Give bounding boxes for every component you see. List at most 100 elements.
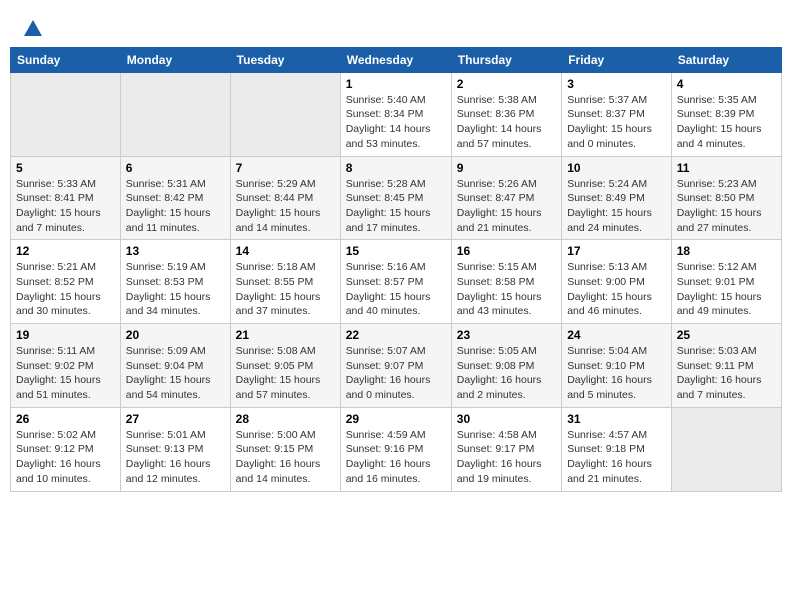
day-number: 16 bbox=[457, 244, 556, 258]
day-number: 22 bbox=[346, 328, 446, 342]
calendar-cell: 7 Sunrise: 5:29 AMSunset: 8:44 PMDaylight… bbox=[230, 156, 340, 240]
calendar-cell: 10Sunrise: 5:24 AMSunset: 8:49 PMDayligh… bbox=[562, 156, 672, 240]
day-number: 11 bbox=[677, 161, 776, 175]
header-monday: Monday bbox=[120, 47, 230, 72]
header-tuesday: Tuesday bbox=[230, 47, 340, 72]
calendar-cell: 3 Sunrise: 5:37 AMSunset: 8:37 PMDaylight… bbox=[562, 72, 672, 156]
calendar-cell: 6 Sunrise: 5:31 AMSunset: 8:42 PMDaylight… bbox=[120, 156, 230, 240]
day-info: Sunrise: 4:59 AMSunset: 9:16 PMDaylight:… bbox=[346, 428, 446, 487]
day-info: Sunrise: 5:29 AMSunset: 8:44 PMDaylight:… bbox=[236, 177, 335, 236]
calendar-cell: 16 Sunrise: 5:15 AMSunset: 8:58 PMDayligh… bbox=[451, 240, 561, 324]
calendar-cell: 4Sunrise: 5:35 AMSunset: 8:39 PMDaylight… bbox=[671, 72, 781, 156]
calendar-cell: 19 Sunrise: 5:11 AMSunset: 9:02 PMDayligh… bbox=[11, 324, 121, 408]
day-info: Sunrise: 5:21 AMSunset: 8:52 PMDaylight:… bbox=[16, 260, 115, 319]
day-number: 19 bbox=[16, 328, 115, 342]
day-info: Sunrise: 4:57 AMSunset: 9:18 PMDaylight:… bbox=[567, 428, 666, 487]
day-info: Sunrise: 5:09 AMSunset: 9:04 PMDaylight:… bbox=[126, 344, 225, 403]
calendar-cell: 1 Sunrise: 5:40 AMSunset: 8:34 PMDaylight… bbox=[340, 72, 451, 156]
day-info: Sunrise: 5:37 AMSunset: 8:37 PMDaylight:… bbox=[567, 93, 666, 152]
day-number: 8 bbox=[346, 161, 446, 175]
day-number: 7 bbox=[236, 161, 335, 175]
calendar-cell: 12 Sunrise: 5:21 AMSunset: 8:52 PMDayligh… bbox=[11, 240, 121, 324]
day-number: 13 bbox=[126, 244, 225, 258]
calendar-cell: 17 Sunrise: 5:13 AMSunset: 9:00 PMDayligh… bbox=[562, 240, 672, 324]
calendar-cell: 13Sunrise: 5:19 AMSunset: 8:53 PMDayligh… bbox=[120, 240, 230, 324]
day-number: 9 bbox=[457, 161, 556, 175]
day-number: 2 bbox=[457, 77, 556, 91]
calendar-week-3: 12 Sunrise: 5:21 AMSunset: 8:52 PMDayligh… bbox=[11, 240, 782, 324]
day-number: 27 bbox=[126, 412, 225, 426]
day-info: Sunrise: 5:02 AMSunset: 9:12 PMDaylight:… bbox=[16, 428, 115, 487]
day-info: Sunrise: 5:03 AMSunset: 9:11 PMDaylight:… bbox=[677, 344, 776, 403]
calendar-cell: 11 Sunrise: 5:23 AMSunset: 8:50 PMDayligh… bbox=[671, 156, 781, 240]
header-sunday: Sunday bbox=[11, 47, 121, 72]
day-info: Sunrise: 5:35 AMSunset: 8:39 PMDaylight:… bbox=[677, 93, 776, 152]
day-number: 20 bbox=[126, 328, 225, 342]
header-thursday: Thursday bbox=[451, 47, 561, 72]
day-number: 31 bbox=[567, 412, 666, 426]
calendar-cell bbox=[230, 72, 340, 156]
calendar-cell: 22 Sunrise: 5:07 AMSunset: 9:07 PMDayligh… bbox=[340, 324, 451, 408]
day-info: Sunrise: 5:38 AMSunset: 8:36 PMDaylight:… bbox=[457, 93, 556, 152]
calendar-cell: 24Sunrise: 5:04 AMSunset: 9:10 PMDayligh… bbox=[562, 324, 672, 408]
day-info: Sunrise: 5:15 AMSunset: 8:58 PMDaylight:… bbox=[457, 260, 556, 319]
day-info: Sunrise: 5:26 AMSunset: 8:47 PMDaylight:… bbox=[457, 177, 556, 236]
calendar-cell: 31 Sunrise: 4:57 AMSunset: 9:18 PMDayligh… bbox=[562, 407, 672, 491]
day-info: Sunrise: 5:31 AMSunset: 8:42 PMDaylight:… bbox=[126, 177, 225, 236]
calendar-cell: 29 Sunrise: 4:59 AMSunset: 9:16 PMDayligh… bbox=[340, 407, 451, 491]
calendar-week-5: 26 Sunrise: 5:02 AMSunset: 9:12 PMDayligh… bbox=[11, 407, 782, 491]
header-friday: Friday bbox=[562, 47, 672, 72]
day-number: 5 bbox=[16, 161, 115, 175]
calendar-cell: 26 Sunrise: 5:02 AMSunset: 9:12 PMDayligh… bbox=[11, 407, 121, 491]
day-info: Sunrise: 5:23 AMSunset: 8:50 PMDaylight:… bbox=[677, 177, 776, 236]
day-number: 18 bbox=[677, 244, 776, 258]
day-number: 17 bbox=[567, 244, 666, 258]
calendar-cell: 9 Sunrise: 5:26 AMSunset: 8:47 PMDaylight… bbox=[451, 156, 561, 240]
day-number: 21 bbox=[236, 328, 335, 342]
day-number: 12 bbox=[16, 244, 115, 258]
header-wednesday: Wednesday bbox=[340, 47, 451, 72]
day-number: 15 bbox=[346, 244, 446, 258]
calendar-cell: 25Sunrise: 5:03 AMSunset: 9:11 PMDayligh… bbox=[671, 324, 781, 408]
day-number: 26 bbox=[16, 412, 115, 426]
day-info: Sunrise: 4:58 AMSunset: 9:17 PMDaylight:… bbox=[457, 428, 556, 487]
calendar-cell: 18 Sunrise: 5:12 AMSunset: 9:01 PMDayligh… bbox=[671, 240, 781, 324]
day-info: Sunrise: 5:18 AMSunset: 8:55 PMDaylight:… bbox=[236, 260, 335, 319]
page-header bbox=[10, 10, 782, 47]
day-info: Sunrise: 5:08 AMSunset: 9:05 PMDaylight:… bbox=[236, 344, 335, 403]
day-number: 24 bbox=[567, 328, 666, 342]
day-info: Sunrise: 5:28 AMSunset: 8:45 PMDaylight:… bbox=[346, 177, 446, 236]
logo bbox=[20, 18, 44, 41]
calendar-week-2: 5 Sunrise: 5:33 AMSunset: 8:41 PMDaylight… bbox=[11, 156, 782, 240]
day-number: 6 bbox=[126, 161, 225, 175]
calendar-cell: 27 Sunrise: 5:01 AMSunset: 9:13 PMDayligh… bbox=[120, 407, 230, 491]
day-info: Sunrise: 5:01 AMSunset: 9:13 PMDaylight:… bbox=[126, 428, 225, 487]
day-info: Sunrise: 5:13 AMSunset: 9:00 PMDaylight:… bbox=[567, 260, 666, 319]
day-number: 30 bbox=[457, 412, 556, 426]
day-number: 1 bbox=[346, 77, 446, 91]
day-number: 10 bbox=[567, 161, 666, 175]
day-number: 28 bbox=[236, 412, 335, 426]
calendar-cell bbox=[671, 407, 781, 491]
day-number: 3 bbox=[567, 77, 666, 91]
calendar-cell: 2 Sunrise: 5:38 AMSunset: 8:36 PMDaylight… bbox=[451, 72, 561, 156]
calendar-cell: 8 Sunrise: 5:28 AMSunset: 8:45 PMDaylight… bbox=[340, 156, 451, 240]
header-saturday: Saturday bbox=[671, 47, 781, 72]
day-number: 14 bbox=[236, 244, 335, 258]
day-info: Sunrise: 5:11 AMSunset: 9:02 PMDaylight:… bbox=[16, 344, 115, 403]
day-number: 29 bbox=[346, 412, 446, 426]
day-number: 23 bbox=[457, 328, 556, 342]
day-info: Sunrise: 5:12 AMSunset: 9:01 PMDaylight:… bbox=[677, 260, 776, 319]
day-info: Sunrise: 5:16 AMSunset: 8:57 PMDaylight:… bbox=[346, 260, 446, 319]
day-info: Sunrise: 5:40 AMSunset: 8:34 PMDaylight:… bbox=[346, 93, 446, 152]
logo-icon bbox=[22, 18, 44, 40]
day-info: Sunrise: 5:33 AMSunset: 8:41 PMDaylight:… bbox=[16, 177, 115, 236]
calendar-header-row: SundayMondayTuesdayWednesdayThursdayFrid… bbox=[11, 47, 782, 72]
calendar-cell: 21 Sunrise: 5:08 AMSunset: 9:05 PMDayligh… bbox=[230, 324, 340, 408]
calendar-cell bbox=[120, 72, 230, 156]
day-info: Sunrise: 5:07 AMSunset: 9:07 PMDaylight:… bbox=[346, 344, 446, 403]
calendar-cell bbox=[11, 72, 121, 156]
calendar-week-1: 1 Sunrise: 5:40 AMSunset: 8:34 PMDaylight… bbox=[11, 72, 782, 156]
calendar-cell: 23Sunrise: 5:05 AMSunset: 9:08 PMDayligh… bbox=[451, 324, 561, 408]
calendar-week-4: 19 Sunrise: 5:11 AMSunset: 9:02 PMDayligh… bbox=[11, 324, 782, 408]
